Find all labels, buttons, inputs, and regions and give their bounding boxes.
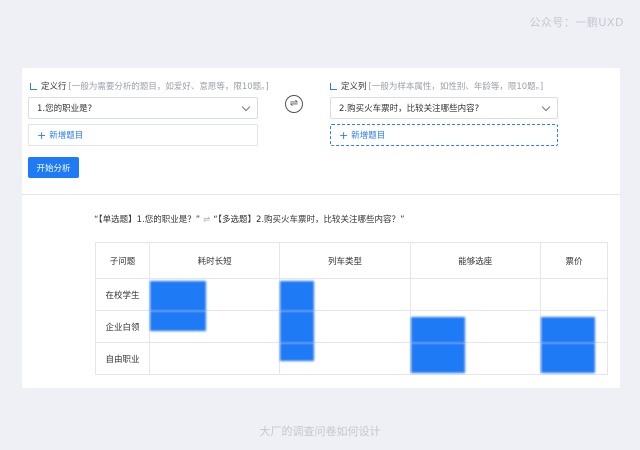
add-row-question-button[interactable]: + 新增题目 [28, 124, 258, 146]
value-bar [280, 281, 315, 311]
col-definition-header: 定义列 [一般为样本属性，如性别、年龄等，限10题。] [330, 80, 543, 92]
row-question-value: 1.您的职业是? [37, 104, 93, 114]
value-bar [280, 311, 315, 343]
row-question-select[interactable]: 1.您的职业是? [28, 97, 258, 119]
swap-icon[interactable]: ⇌ [285, 95, 303, 113]
value-bar [540, 343, 595, 373]
table-cell [148, 278, 281, 311]
row-label: 企业白领 [95, 310, 150, 343]
table-cell [409, 342, 541, 375]
row-definition-header: 定义行 [一般为需要分析的题目，如爱好、意愿等，限10题。] [30, 80, 269, 92]
crosstab-table: 子问题 耗时长短 列车类型 能够选座 票价 在校学生 企业白领 自由职业 [95, 242, 609, 375]
add-col-question-button[interactable]: + 新增题目 [330, 124, 558, 146]
value-bar [150, 311, 206, 331]
row-definition-title: 定义行 [41, 82, 67, 92]
table-cell [148, 310, 281, 343]
summary-row-question: “【单选题】1.您的职业是？” [94, 215, 201, 225]
chevron-down-icon [241, 102, 251, 111]
table-cell [409, 310, 541, 343]
summary-col-question: “【多选题】2.购买火车票时，比较关注哪些内容？” [213, 215, 405, 225]
section-mark-icon [330, 82, 337, 90]
caption: 大厂的调查问卷如何设计 [259, 425, 381, 438]
value-bar [150, 281, 206, 311]
table-row: 企业白领 [95, 310, 609, 343]
header-subquestion: 子问题 [95, 242, 150, 279]
table-cell [279, 278, 411, 311]
swap-arrow-icon: ⇌ [203, 215, 211, 225]
crosstab-panel: 定义行 [一般为需要分析的题目，如爱好、意愿等，限10题。] 1.您的职业是? … [22, 68, 620, 388]
header-duration: 耗时长短 [148, 242, 281, 279]
value-bar [410, 343, 465, 373]
value-bar [280, 343, 315, 361]
value-bar [410, 317, 465, 343]
table-cell [539, 310, 609, 343]
header-price: 票价 [539, 242, 609, 279]
plus-icon: + [339, 128, 349, 142]
section-mark-icon [30, 82, 37, 90]
col-definition-title: 定义列 [341, 82, 367, 92]
add-row-question-label: 新增题目 [49, 131, 84, 141]
watermark: 公众号：一鹏UXD [529, 16, 624, 29]
start-analysis-button[interactable]: 开始分析 [28, 157, 79, 178]
table-cell [279, 342, 411, 375]
col-question-select[interactable]: 2.购买火车票时，比较关注哪些内容? [330, 97, 558, 119]
row-definition-hint: [一般为需要分析的题目，如爱好、意愿等，限10题。] [68, 82, 269, 92]
col-definition-hint: [一般为样本属性，如性别、年龄等，限10题。] [368, 82, 544, 92]
row-label: 在校学生 [95, 278, 150, 311]
row-label: 自由职业 [95, 342, 150, 375]
col-question-value: 2.购买火车票时，比较关注哪些内容? [339, 104, 480, 114]
value-bar [540, 317, 595, 343]
table-cell [409, 278, 541, 311]
table-cell [148, 342, 281, 375]
plus-icon: + [37, 128, 47, 142]
add-col-question-label: 新增题目 [351, 131, 386, 141]
header-train-type: 列车类型 [279, 242, 411, 279]
table-cell [279, 310, 411, 343]
table-row: 在校学生 [95, 278, 609, 311]
chevron-down-icon [541, 102, 551, 111]
analysis-summary: “【单选题】1.您的职业是？” ⇌ “【多选题】2.购买火车票时，比较关注哪些内容？… [94, 213, 404, 225]
table-cell [539, 278, 609, 311]
divider [22, 194, 620, 195]
header-seat-selection: 能够选座 [409, 242, 541, 279]
table-row: 自由职业 [95, 342, 609, 375]
table-cell [539, 342, 609, 375]
table-header-row: 子问题 耗时长短 列车类型 能够选座 票价 [95, 242, 609, 279]
